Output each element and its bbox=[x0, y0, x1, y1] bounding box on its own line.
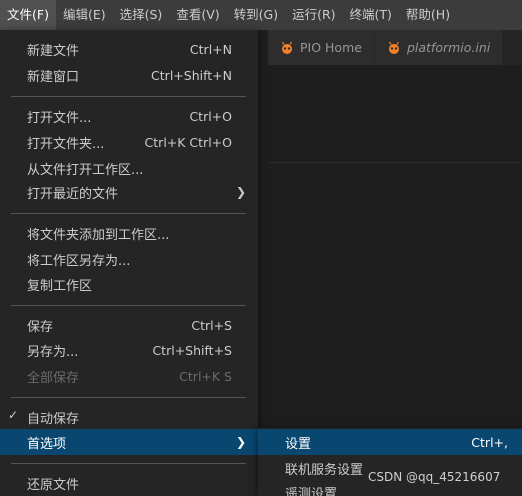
chevron-right-icon: ❯ bbox=[235, 185, 246, 199]
menu-help[interactable]: 帮助(H) bbox=[399, 0, 457, 30]
menu-item-shortcut: Ctrl+S bbox=[191, 317, 232, 333]
menu-item-label: 设置 bbox=[285, 436, 312, 452]
menu-item-label: 全部保存 bbox=[27, 370, 80, 386]
menu-file[interactable]: 文件(F) bbox=[0, 0, 56, 30]
menu-go[interactable]: 转到(G) bbox=[227, 0, 285, 30]
submenu-item-settings[interactable]: 设置 Ctrl+, bbox=[258, 429, 522, 455]
menu-item-label: 将工作区另存为... bbox=[27, 253, 131, 269]
menu-item-label: 复制工作区 bbox=[27, 278, 93, 294]
menu-item-add-folder[interactable]: 将文件夹添加到工作区... bbox=[0, 220, 258, 246]
menu-item-shortcut: Ctrl+O bbox=[189, 108, 232, 124]
menu-item-label: 首选项 bbox=[27, 436, 67, 452]
menu-item-save-workspace-as[interactable]: 将工作区另存为... bbox=[0, 246, 258, 272]
checkmark-icon: ✓ bbox=[8, 408, 19, 422]
menu-item-label: 另存为... bbox=[27, 344, 79, 360]
menu-item-label: 打开文件夹... bbox=[27, 136, 105, 152]
tab-label: PIO Home bbox=[300, 40, 362, 55]
menu-item-shortcut: Ctrl+, bbox=[471, 434, 508, 450]
watermark: CSDN @qq_45216607 bbox=[368, 470, 501, 484]
menu-item-save[interactable]: 保存 Ctrl+S bbox=[0, 312, 258, 338]
menu-item-preferences[interactable]: 首选项 ❯ bbox=[0, 429, 258, 455]
platformio-ant-icon bbox=[388, 41, 399, 54]
menubar: 文件(F) 编辑(E) 选择(S) 查看(V) 转到(G) 运行(R) 终端(T… bbox=[0, 0, 522, 30]
menu-item-shortcut: Ctrl+Shift+N bbox=[151, 67, 232, 83]
menu-item-label: 遥测设置 bbox=[285, 486, 338, 496]
menu-item-duplicate-workspace[interactable]: 复制工作区 bbox=[0, 271, 258, 297]
menu-item-label: 保存 bbox=[27, 319, 54, 335]
editor-area: PIO Home platformio.ini bbox=[268, 30, 522, 496]
menu-item-shortcut: Ctrl+N bbox=[189, 41, 232, 57]
menu-item-label: 从文件打开工作区... bbox=[27, 162, 144, 178]
menu-item-auto-save[interactable]: ✓ 自动保存 bbox=[0, 404, 258, 430]
menu-separator bbox=[11, 305, 246, 306]
menu-item-label: 自动保存 bbox=[27, 411, 80, 427]
file-menu: 新建文件 Ctrl+N 新建窗口 Ctrl+Shift+N 打开文件... Ct… bbox=[0, 30, 258, 496]
menu-view[interactable]: 查看(V) bbox=[169, 0, 226, 30]
tab-pio-home[interactable]: PIO Home bbox=[268, 30, 375, 65]
menu-separator bbox=[11, 463, 246, 464]
menu-item-shortcut: Ctrl+K S bbox=[179, 368, 232, 384]
menu-item-save-as[interactable]: 另存为... Ctrl+Shift+S bbox=[0, 337, 258, 363]
menu-selection[interactable]: 选择(S) bbox=[113, 0, 170, 30]
menu-item-label: 打开最近的文件 bbox=[27, 186, 119, 202]
menu-item-shortcut: Ctrl+K Ctrl+O bbox=[144, 134, 232, 150]
tab-platformio-ini[interactable]: platformio.ini bbox=[374, 30, 504, 65]
menu-item-new-file[interactable]: 新建文件 Ctrl+N bbox=[0, 36, 258, 62]
preferences-submenu: 设置 Ctrl+, 联机服务设置 遥测设置 bbox=[258, 428, 522, 496]
menu-item-label: 新建窗口 bbox=[27, 69, 80, 85]
menu-item-revert-file[interactable]: 还原文件 bbox=[0, 470, 258, 496]
menu-item-shortcut: Ctrl+Shift+S bbox=[152, 342, 232, 358]
menu-item-label: 联机服务设置 bbox=[285, 462, 364, 478]
chevron-right-icon: ❯ bbox=[235, 435, 246, 449]
menu-run[interactable]: 运行(R) bbox=[285, 0, 342, 30]
menu-item-open-folder[interactable]: 打开文件夹... Ctrl+K Ctrl+O bbox=[0, 129, 258, 155]
menu-edit[interactable]: 编辑(E) bbox=[56, 0, 113, 30]
tab-label: platformio.ini bbox=[406, 40, 491, 55]
menu-terminal[interactable]: 终端(T) bbox=[343, 0, 399, 30]
menu-item-new-window[interactable]: 新建窗口 Ctrl+Shift+N bbox=[0, 62, 258, 88]
menu-item-open-file[interactable]: 打开文件... Ctrl+O bbox=[0, 103, 258, 129]
menu-item-open-workspace[interactable]: 从文件打开工作区... bbox=[0, 155, 258, 181]
menu-item-label: 打开文件... bbox=[27, 110, 92, 126]
menu-item-open-recent[interactable]: 打开最近的文件 ❯ bbox=[0, 179, 258, 205]
editor-body[interactable] bbox=[268, 65, 522, 163]
editor-tabs: PIO Home platformio.ini bbox=[268, 30, 522, 65]
menu-item-label: 还原文件 bbox=[27, 477, 80, 493]
menu-item-label: 将文件夹添加到工作区... bbox=[27, 227, 170, 243]
menu-separator bbox=[11, 397, 246, 398]
menu-separator bbox=[11, 213, 246, 214]
menu-item-save-all: 全部保存 Ctrl+K S bbox=[0, 363, 258, 389]
platformio-ant-icon bbox=[281, 41, 293, 54]
menu-item-label: 新建文件 bbox=[27, 43, 80, 59]
menu-separator bbox=[11, 96, 246, 97]
